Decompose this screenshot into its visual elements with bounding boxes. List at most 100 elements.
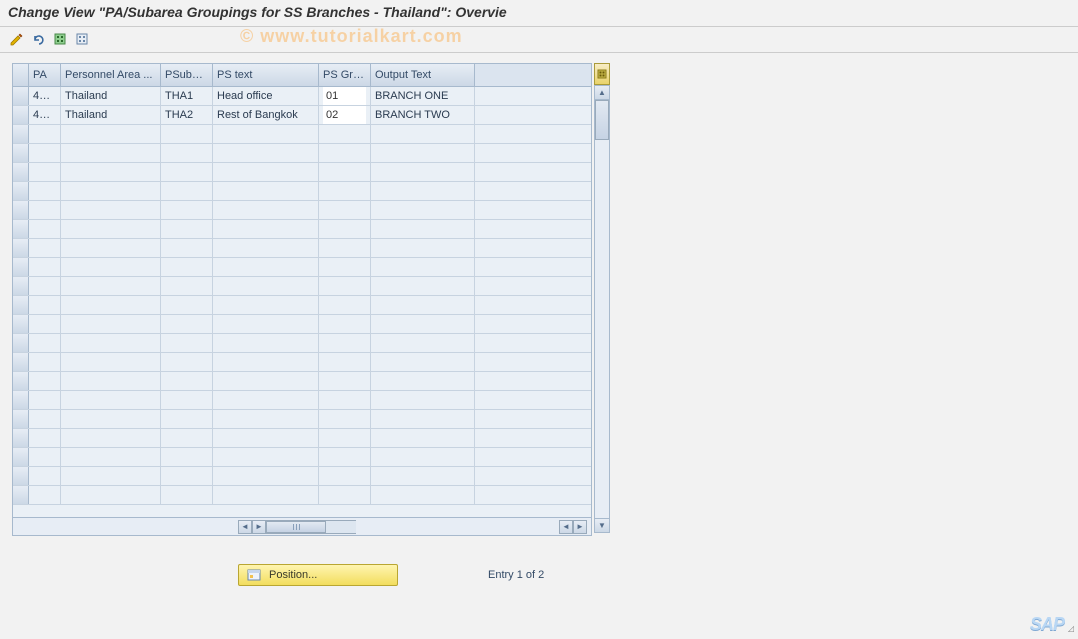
cell-ps_text — [213, 334, 319, 352]
table-row — [13, 182, 591, 201]
table-row: 4400ThailandTHA2Rest of BangkokBRANCH TW… — [13, 106, 591, 125]
input-ps_grp_ss[interactable] — [323, 87, 366, 105]
input-ps_grp_ss[interactable] — [323, 144, 366, 162]
column-header-pa[interactable]: PA — [29, 64, 61, 86]
resize-corner-icon: ◿ — [1068, 624, 1074, 633]
column-header-psubarea[interactable]: PSubarea — [161, 64, 213, 86]
deselect-all-icon[interactable] — [74, 31, 92, 47]
cell-output_text — [371, 429, 475, 447]
cell-personnel_area: Thailand — [61, 87, 161, 105]
cell-ps_grp_ss — [319, 334, 371, 352]
vscroll-track[interactable] — [595, 100, 609, 518]
input-ps_grp_ss[interactable] — [323, 429, 366, 447]
cell-output_text — [371, 296, 475, 314]
input-ps_grp_ss[interactable] — [323, 239, 366, 257]
edit-icon[interactable] — [8, 31, 26, 47]
cell-pa — [29, 372, 61, 390]
input-ps_grp_ss[interactable] — [323, 372, 366, 390]
position-button[interactable]: Position... — [238, 564, 398, 586]
input-ps_grp_ss[interactable] — [323, 334, 366, 352]
grid-horizontal-scrollbar: ◄ ► ◄ ► — [13, 517, 591, 535]
hscroll-track[interactable] — [266, 520, 356, 534]
input-ps_grp_ss[interactable] — [323, 106, 366, 124]
row-selector[interactable] — [13, 315, 29, 333]
table-row — [13, 296, 591, 315]
cell-ps_text — [213, 258, 319, 276]
select-all-icon[interactable] — [52, 31, 70, 47]
hscroll-thumb[interactable] — [266, 521, 326, 533]
input-ps_grp_ss[interactable] — [323, 182, 366, 200]
input-ps_grp_ss[interactable] — [323, 125, 366, 143]
row-selector[interactable] — [13, 87, 29, 105]
undo-icon[interactable] — [30, 31, 48, 47]
input-ps_grp_ss[interactable] — [323, 201, 366, 219]
scroll-right-icon[interactable]: ► — [573, 520, 587, 534]
input-ps_grp_ss[interactable] — [323, 296, 366, 314]
input-ps_grp_ss[interactable] — [323, 220, 366, 238]
column-header-personnel_area[interactable]: Personnel Area ... — [61, 64, 161, 86]
row-selector[interactable] — [13, 486, 29, 504]
input-ps_grp_ss[interactable] — [323, 163, 366, 181]
table-row — [13, 125, 591, 144]
column-header-ps_grp_ss[interactable]: PS Grp SS — [319, 64, 371, 86]
row-selector[interactable] — [13, 296, 29, 314]
cell-psubarea — [161, 448, 213, 466]
column-header-output_text[interactable]: Output Text — [371, 64, 475, 86]
cell-personnel_area — [61, 144, 161, 162]
cell-ps_text — [213, 296, 319, 314]
scroll-up-icon[interactable]: ▲ — [595, 86, 609, 100]
input-ps_grp_ss[interactable] — [323, 353, 366, 371]
column-header-ps_text[interactable]: PS text — [213, 64, 319, 86]
table-row — [13, 467, 591, 486]
table-row — [13, 277, 591, 296]
row-selector[interactable] — [13, 448, 29, 466]
row-selector[interactable] — [13, 106, 29, 124]
position-button-label: Position... — [269, 569, 317, 581]
row-selector[interactable] — [13, 144, 29, 162]
row-selector[interactable] — [13, 410, 29, 428]
row-selector-header[interactable] — [13, 64, 29, 86]
input-ps_grp_ss[interactable] — [323, 258, 366, 276]
row-selector[interactable] — [13, 391, 29, 409]
application-toolbar — [0, 27, 1078, 53]
input-ps_grp_ss[interactable] — [323, 410, 366, 428]
cell-personnel_area — [61, 410, 161, 428]
row-selector[interactable] — [13, 334, 29, 352]
cell-personnel_area — [61, 277, 161, 295]
table-row — [13, 391, 591, 410]
table-row — [13, 448, 591, 467]
row-selector[interactable] — [13, 467, 29, 485]
input-ps_grp_ss[interactable] — [323, 315, 366, 333]
cell-personnel_area — [61, 334, 161, 352]
cell-psubarea: THA1 — [161, 87, 213, 105]
row-selector[interactable] — [13, 429, 29, 447]
row-selector[interactable] — [13, 125, 29, 143]
row-selector[interactable] — [13, 258, 29, 276]
input-ps_grp_ss[interactable] — [323, 486, 366, 504]
row-selector[interactable] — [13, 182, 29, 200]
cell-pa — [29, 144, 61, 162]
cell-output_text — [371, 391, 475, 409]
scroll-left-icon[interactable]: ◄ — [559, 520, 573, 534]
scroll-down-icon[interactable]: ▼ — [595, 518, 609, 532]
row-selector[interactable] — [13, 201, 29, 219]
input-ps_grp_ss[interactable] — [323, 448, 366, 466]
input-ps_grp_ss[interactable] — [323, 467, 366, 485]
row-selector[interactable] — [13, 372, 29, 390]
row-selector[interactable] — [13, 220, 29, 238]
row-selector[interactable] — [13, 277, 29, 295]
input-ps_grp_ss[interactable] — [323, 391, 366, 409]
cell-output_text — [371, 163, 475, 181]
table-settings-icon[interactable] — [594, 63, 610, 85]
cell-psubarea: THA2 — [161, 106, 213, 124]
scroll-left-icon[interactable]: ◄ — [238, 520, 252, 534]
table-row — [13, 315, 591, 334]
input-ps_grp_ss[interactable] — [323, 277, 366, 295]
cell-ps_text — [213, 163, 319, 181]
row-selector[interactable] — [13, 163, 29, 181]
vscroll-thumb[interactable] — [595, 100, 609, 140]
scroll-right-icon[interactable]: ► — [252, 520, 266, 534]
row-selector[interactable] — [13, 239, 29, 257]
row-selector[interactable] — [13, 353, 29, 371]
entry-count-text: Entry 1 of 2 — [488, 569, 544, 581]
